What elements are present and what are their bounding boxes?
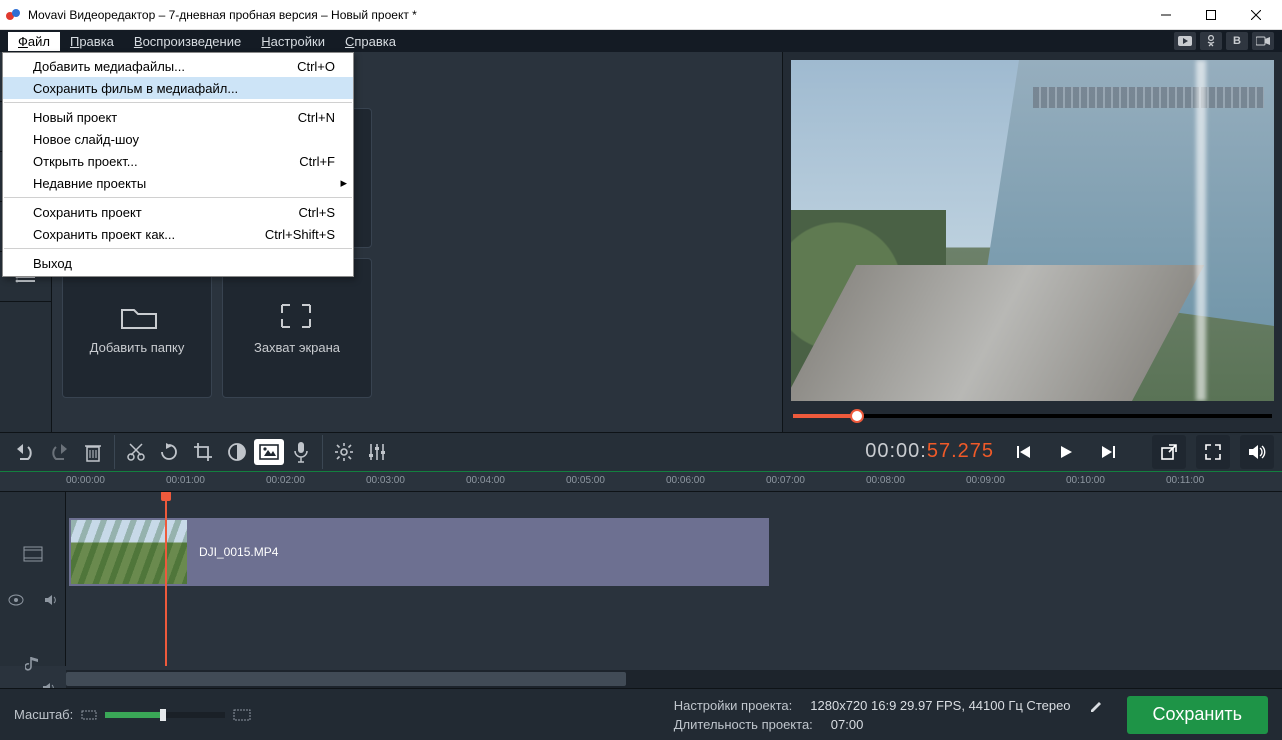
tile-folder-label: Добавить папку: [90, 340, 185, 355]
audio-track-icon: [0, 652, 66, 676]
menubar: Файл Правка Воспроизведение Настройки Сп…: [0, 30, 1282, 52]
clip-thumbnail: [71, 520, 187, 584]
project-duration-value: 07:00: [831, 717, 864, 732]
audio-mute-icon[interactable]: [0, 678, 66, 688]
undo-button[interactable]: [8, 435, 42, 469]
mic-button[interactable]: [284, 435, 318, 469]
video-track[interactable]: DJI_0015.MP4: [66, 518, 1282, 586]
close-button[interactable]: [1233, 0, 1278, 29]
video-visibility-icons[interactable]: [0, 590, 66, 610]
scrub-bar[interactable]: [793, 406, 1272, 426]
save-button[interactable]: Сохранить: [1127, 696, 1268, 734]
menu-save-project[interactable]: Сохранить проектCtrl+S: [3, 201, 353, 223]
clip[interactable]: DJI_0015.MP4: [69, 518, 769, 586]
edit-settings-icon[interactable]: [1089, 698, 1103, 712]
folder-icon: [119, 302, 155, 330]
capture-icon: [279, 302, 315, 330]
menu-add-media[interactable]: Добавить медиафайлы...Ctrl+O: [3, 55, 353, 77]
menu-help[interactable]: Справка: [335, 32, 406, 51]
fullscreen-button[interactable]: [1196, 435, 1230, 469]
volume-button[interactable]: [1240, 435, 1274, 469]
play-button[interactable]: [1052, 438, 1080, 466]
equalizer-button[interactable]: [360, 435, 394, 469]
prev-frame-button[interactable]: [1010, 438, 1038, 466]
playhead[interactable]: [165, 492, 167, 666]
zoom-out-icon: [81, 708, 97, 722]
menu-file[interactable]: Файл: [8, 32, 60, 51]
tile-capture-label: Захват экрана: [254, 340, 340, 355]
menu-new-slideshow[interactable]: Новое слайд-шоу: [3, 128, 353, 150]
next-frame-button[interactable]: [1094, 438, 1122, 466]
menu-save-project-as[interactable]: Сохранить проект как...Ctrl+Shift+S: [3, 223, 353, 245]
crop-button[interactable]: [186, 435, 220, 469]
menu-new-project[interactable]: Новый проектCtrl+N: [3, 106, 353, 128]
settings-gear-button[interactable]: [322, 435, 360, 469]
redo-button[interactable]: [42, 435, 76, 469]
menu-exit[interactable]: Выход: [3, 252, 353, 274]
rotate-button[interactable]: [152, 435, 186, 469]
preview-panel: [782, 52, 1282, 432]
zoom-slider[interactable]: [81, 708, 251, 722]
timecode: 00:00:57.275: [865, 440, 994, 464]
app-logo: [4, 6, 22, 24]
track-labels: [0, 492, 66, 666]
statusbar: Масштаб: Настройки проекта: 1280x720 16:…: [0, 688, 1282, 740]
tile-add-folder[interactable]: Добавить папку: [62, 258, 212, 398]
cut-button[interactable]: [114, 435, 152, 469]
zoom-in-icon: [233, 708, 251, 722]
video-track-icon: [0, 542, 66, 566]
delete-button[interactable]: [76, 435, 110, 469]
timeline-scrollbar[interactable]: [66, 670, 1282, 688]
file-menu-dropdown: Добавить медиафайлы...Ctrl+O Сохранить ф…: [2, 52, 354, 277]
menu-play[interactable]: Воспроизведение: [124, 32, 251, 51]
playback-controls: [1010, 438, 1122, 466]
project-duration-label: Длительность проекта:: [674, 717, 813, 732]
social-vk-icon[interactable]: B: [1226, 32, 1248, 50]
menu-settings[interactable]: Настройки: [251, 32, 335, 51]
menu-open-project[interactable]: Открыть проект...Ctrl+F: [3, 150, 353, 172]
color-button[interactable]: [220, 435, 254, 469]
menu-export-movie[interactable]: Сохранить фильм в медиафайл...: [3, 77, 353, 99]
maximize-button[interactable]: [1188, 0, 1233, 29]
project-settings-value: 1280x720 16:9 29.97 FPS, 44100 Гц Стерео: [810, 698, 1070, 713]
titlebar: Movavi Видеоредактор – 7-дневная пробная…: [0, 0, 1282, 30]
menu-edit[interactable]: Правка: [60, 32, 124, 51]
preview-video[interactable]: [791, 60, 1274, 401]
project-settings-label: Настройки проекта:: [674, 698, 793, 713]
zoom-label: Масштаб:: [14, 707, 73, 722]
window-title: Movavi Видеоредактор – 7-дневная пробная…: [28, 8, 1143, 22]
clip-props-button[interactable]: [254, 439, 284, 465]
menu-recent-projects[interactable]: Недавние проекты▸: [3, 172, 353, 194]
social-ok-icon[interactable]: [1200, 32, 1222, 50]
tile-capture-screen[interactable]: Захват экрана: [222, 258, 372, 398]
minimize-button[interactable]: [1143, 0, 1188, 29]
timeline: DJI_0015.MP4: [0, 492, 1282, 688]
popout-button[interactable]: [1152, 435, 1186, 469]
timeline-ruler[interactable]: 00:00:0000:01:0000:02:0000:03:0000:04:00…: [0, 472, 1282, 492]
social-cam-icon[interactable]: [1252, 32, 1274, 50]
social-youtube-icon[interactable]: [1174, 32, 1196, 50]
clip-name: DJI_0015.MP4: [199, 545, 278, 559]
toolbar: 00:00:57.275: [0, 432, 1282, 472]
